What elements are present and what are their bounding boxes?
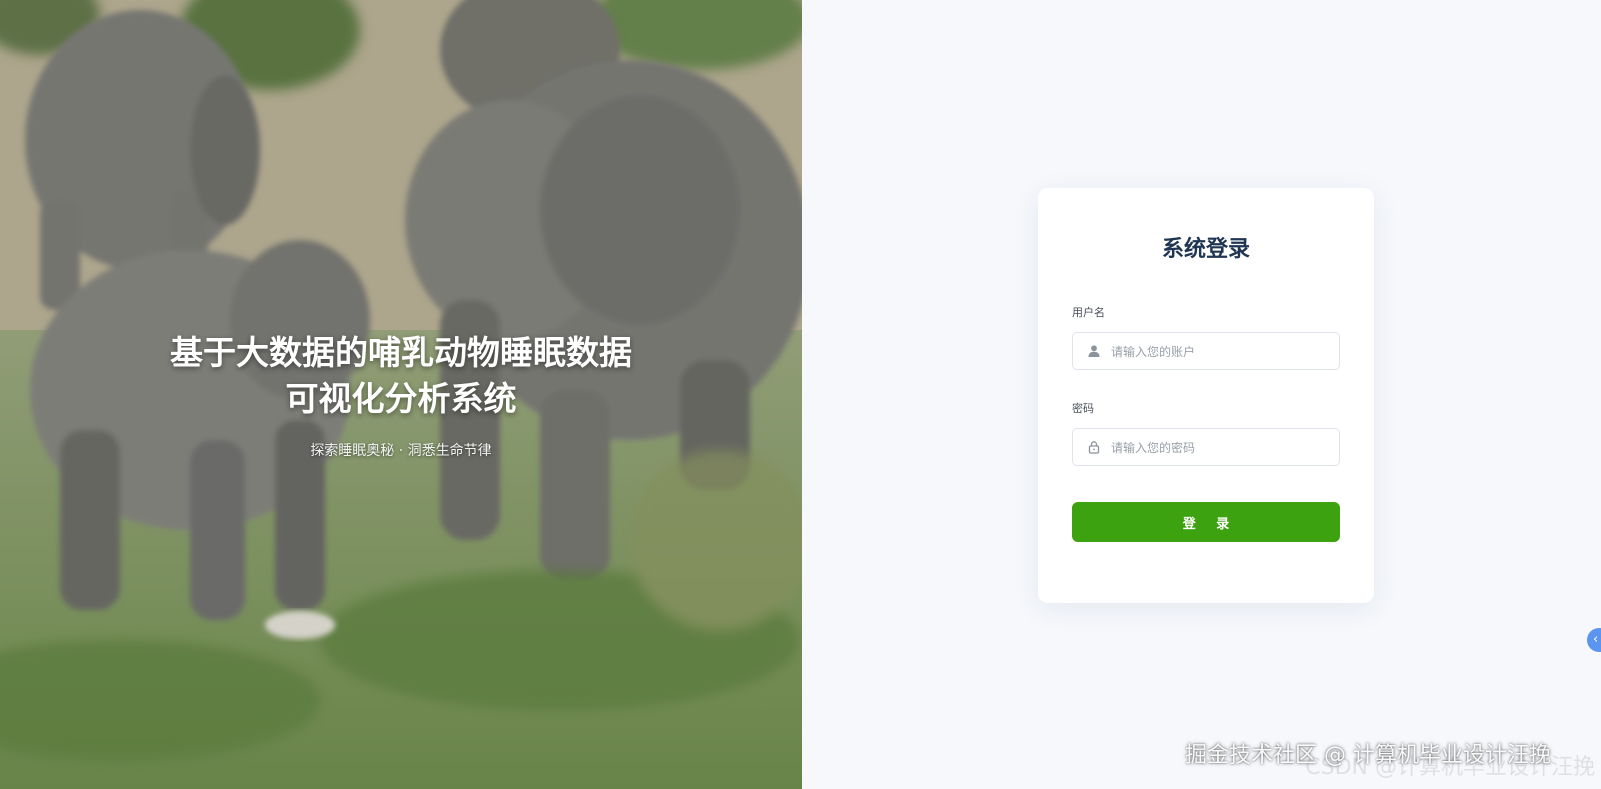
hero-title-line1: 基于大数据的哺乳动物睡眠数据 [170,333,632,372]
login-page: 基于大数据的哺乳动物睡眠数据 可视化分析系统 探索睡眠奥秘 · 洞悉生命节律 系… [0,0,1601,789]
login-button[interactable]: 登 录 [1072,502,1340,542]
login-card: 系统登录 用户名 密码 登 录 [1038,188,1374,603]
hero-title-line2: 可视化分析系统 [285,379,517,418]
login-title: 系统登录 [1161,237,1250,262]
password-input[interactable] [1109,429,1338,467]
hero-panel: 基于大数据的哺乳动物睡眠数据 可视化分析系统 探索睡眠奥秘 · 洞悉生命节律 [0,0,802,789]
lock-icon [1088,441,1100,454]
hero-text-block: 基于大数据的哺乳动物睡眠数据 可视化分析系统 探索睡眠奥秘 · 洞悉生命节律 [0,330,802,460]
login-panel: 系统登录 用户名 密码 登 录 ‹ [802,0,1601,789]
user-icon [1088,345,1100,357]
chevron-left-icon: ‹ [1593,632,1599,647]
username-field-wrapper[interactable] [1072,332,1340,371]
side-expand-handle[interactable]: ‹ [1587,628,1601,652]
hero-subtitle: 探索睡眠奥秘 · 洞悉生命节律 [310,443,492,459]
password-label: 密码 [1072,402,1094,415]
hero-title: 基于大数据的哺乳动物睡眠数据 可视化分析系统 [0,330,802,422]
password-field-wrapper[interactable] [1072,428,1340,467]
watermark-text: 掘金技术社区 @ 计算机毕业设计汪挽 [1185,743,1551,768]
username-label: 用户名 [1072,306,1105,319]
username-input[interactable] [1109,333,1338,371]
